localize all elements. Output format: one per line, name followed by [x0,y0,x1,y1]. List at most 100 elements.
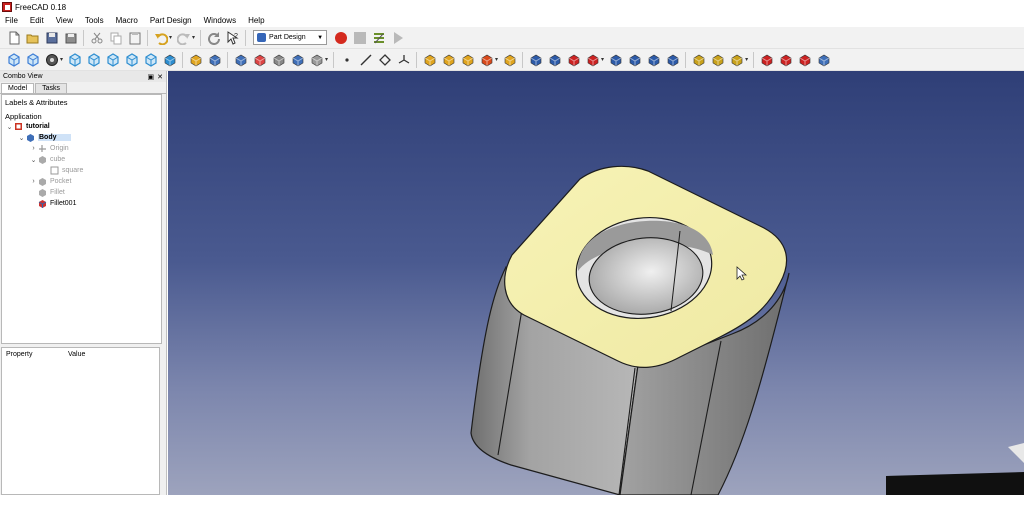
body-icon[interactable] [233,52,249,68]
view-isometric-icon[interactable] [67,52,83,68]
property-view: Property Value [1,347,160,495]
refresh-icon[interactable] [206,30,222,46]
clone-dropdown-icon[interactable]: ▾ [325,56,328,63]
menu-edit[interactable]: Edit [24,16,50,25]
additive-loft-icon[interactable] [710,52,726,68]
hole-icon[interactable] [479,52,495,68]
tab-tasks[interactable]: Tasks [35,83,67,93]
tree-item-fillet[interactable]: Fillet [2,187,161,198]
pocket-icon[interactable] [460,52,476,68]
thickness-dropdown-icon[interactable]: ▾ [601,56,604,63]
multi-transform-icon[interactable] [665,52,681,68]
linear-pattern-icon[interactable] [627,52,643,68]
view-right-icon[interactable] [124,52,140,68]
validate-sketch-icon[interactable] [271,52,287,68]
macro-stop-icon[interactable] [352,30,368,46]
thickness-icon[interactable] [585,52,601,68]
float-icon[interactable]: ▣ [148,73,155,81]
expand-arrow-icon[interactable]: ⌄ [5,123,14,131]
mirrored-icon[interactable] [608,52,624,68]
expand-arrow-icon[interactable]: ⌄ [29,156,38,164]
additive-box-icon[interactable] [729,52,745,68]
tree-item-label: square [62,167,84,174]
redo-dropdown-icon[interactable]: ▾ [192,34,195,41]
save-icon[interactable] [44,30,60,46]
draft-icon[interactable] [566,52,582,68]
draw-style-icon[interactable] [44,52,60,68]
macro-run-icon[interactable] [390,30,406,46]
3d-viewport[interactable] [168,71,1024,495]
revolution-icon[interactable] [441,52,457,68]
menu-tools[interactable]: Tools [79,16,110,25]
tree-item-body[interactable]: ⌄ Body [2,132,161,143]
hole-dropdown-icon[interactable]: ▾ [495,56,498,63]
pad-icon[interactable] [422,52,438,68]
menu-view[interactable]: View [50,16,79,25]
tree-item-label: tutorial [26,123,50,130]
macro-edit-icon[interactable] [371,30,387,46]
menu-file[interactable]: File [0,16,24,25]
line-icon[interactable] [358,52,374,68]
collapse-arrow-icon[interactable]: › [29,178,38,185]
close-icon[interactable]: ✕ [157,73,163,81]
tree-item-label: Pocket [50,178,72,185]
additive-box-dropdown-icon[interactable]: ▾ [745,56,748,63]
boolean-icon[interactable] [816,52,832,68]
body-icon [26,133,35,142]
3d-scene[interactable] [168,71,1024,495]
navigation-cube-corner [886,472,1024,495]
redo-icon[interactable] [176,30,192,46]
undo-dropdown-icon[interactable]: ▾ [169,34,172,41]
macro-record-icon[interactable] [333,30,349,46]
measure-icon[interactable] [162,52,178,68]
expand-arrow-icon[interactable]: ⌄ [17,134,26,142]
menu-windows[interactable]: Windows [198,16,242,25]
save-as-icon[interactable] [63,30,79,46]
draw-style-dropdown-icon[interactable]: ▾ [60,56,63,63]
tree-item-tutorial[interactable]: ⌄ tutorial [2,121,161,132]
shape-binder-icon[interactable] [290,52,306,68]
polar-pattern-icon[interactable] [646,52,662,68]
subtractive-loft-icon[interactable] [797,52,813,68]
fillet-icon[interactable] [528,52,544,68]
undo-icon[interactable] [153,30,169,46]
paste-icon[interactable] [127,30,143,46]
status-bar [0,495,1024,512]
open-file-icon[interactable] [25,30,41,46]
tree-item-fillet001[interactable]: Fillet001 [2,198,161,209]
menu-macro[interactable]: Macro [110,16,144,25]
window-title: FreeCAD 0.18 [15,2,67,12]
view-top-icon[interactable] [105,52,121,68]
sketch-icon[interactable] [252,52,268,68]
point-icon[interactable] [339,52,355,68]
fit-all-icon[interactable] [6,52,22,68]
menu-part-design[interactable]: Part Design [144,16,198,25]
view-front-icon[interactable] [86,52,102,68]
workbench-selector[interactable]: Part Design ▼ [253,30,328,45]
part-icon[interactable] [188,52,204,68]
cut-icon[interactable] [89,30,105,46]
collapse-arrow-icon[interactable]: › [29,145,38,152]
tree-item-square[interactable]: square [2,165,161,176]
tree-item-origin[interactable]: › Origin [2,143,161,154]
groove-icon[interactable] [502,52,518,68]
copy-icon[interactable] [108,30,124,46]
plane-icon[interactable] [377,52,393,68]
fit-selection-icon[interactable] [25,52,41,68]
view-rear-icon[interactable] [143,52,159,68]
clone-icon[interactable] [309,52,325,68]
subtractive-pipe-icon[interactable] [778,52,794,68]
tree-item-pocket[interactable]: › Pocket [2,176,161,187]
subtractive-box-icon[interactable] [759,52,775,68]
additive-pipe-icon[interactable] [691,52,707,68]
chevron-down-icon: ▼ [317,34,324,41]
tree-item-cube[interactable]: ⌄ cube [2,154,161,165]
toolbar-separator [83,29,84,46]
menu-help[interactable]: Help [242,16,270,25]
lcs-icon[interactable] [396,52,412,68]
chamfer-icon[interactable] [547,52,563,68]
whats-this-icon[interactable]: ? [225,30,241,46]
group-icon[interactable] [207,52,223,68]
tab-model[interactable]: Model [1,83,35,93]
new-file-icon[interactable] [6,30,22,46]
